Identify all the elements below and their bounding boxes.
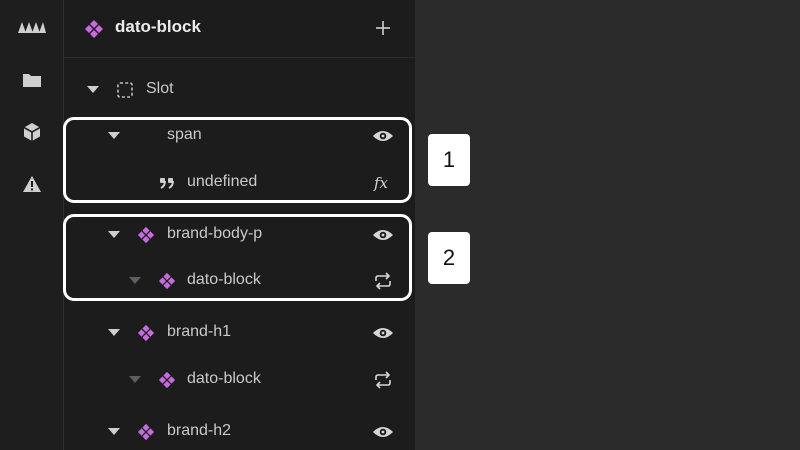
caret-down-icon[interactable] [86, 84, 100, 96]
component-icon [157, 370, 177, 390]
panel-header: dato-block [64, 0, 415, 58]
callout-badge-2: 2 [428, 232, 470, 284]
icon-rail [0, 0, 64, 450]
tree-item-label: dato-block [187, 370, 261, 387]
eye-icon[interactable] [371, 322, 395, 344]
tree-item-label: Slot [146, 80, 174, 97]
tree-item-label: brand-h1 [167, 323, 232, 340]
eye-icon[interactable] [371, 421, 395, 443]
add-button[interactable] [372, 17, 394, 39]
caret-down-icon[interactable] [128, 374, 142, 386]
component-icon [136, 323, 156, 343]
tree-item-brand-h1[interactable]: brand-h1 [64, 310, 415, 356]
callout-box-2 [63, 214, 412, 301]
callout-box-1 [63, 117, 412, 203]
slot-icon [115, 80, 135, 100]
canvas-area [415, 0, 800, 450]
caret-down-icon[interactable] [107, 426, 121, 438]
callout-badge-1: 1 [428, 134, 470, 186]
tree-item-dato-block[interactable]: dato-block [64, 357, 415, 403]
folder-icon[interactable] [16, 64, 48, 96]
tree-item-label: brand-h2 [167, 422, 232, 439]
package-icon[interactable] [16, 116, 48, 148]
tree-item-slot[interactable]: Slot [64, 67, 415, 113]
warning-icon[interactable] [16, 168, 48, 200]
panel-title: dato-block [115, 17, 201, 36]
repeat-icon[interactable] [371, 369, 395, 391]
component-icon [84, 19, 104, 39]
caret-down-icon[interactable] [107, 327, 121, 339]
trees-icon[interactable] [16, 12, 48, 44]
component-icon [136, 422, 156, 442]
tree-item-brand-h2[interactable]: brand-h2 [64, 409, 415, 450]
